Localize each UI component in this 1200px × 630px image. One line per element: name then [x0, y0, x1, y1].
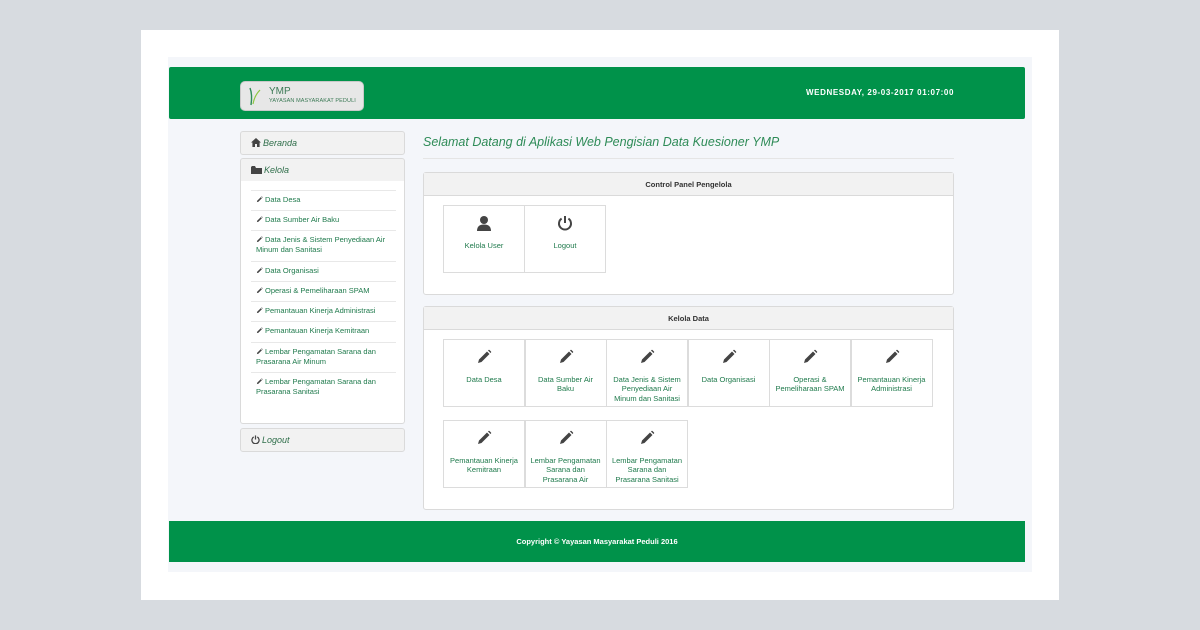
sidebar-menu-item[interactable]: Data Desa [251, 190, 396, 205]
sidebar-menu-item-label: Lembar Pengamatan Sarana dan Prasarana S… [256, 377, 376, 396]
tile-label: Data Sumber Air Baku [537, 374, 594, 394]
sidebar-item-kelola[interactable]: Kelola [240, 158, 405, 182]
tile-button[interactable]: Logout [524, 205, 606, 273]
sidebar-menu-item[interactable]: Data Organisasi [251, 261, 396, 276]
control-panel: Control Panel Pengelola Kelola User Logou… [423, 172, 954, 295]
tile-button[interactable]: Pemantauan Kinerja Kemitraan [443, 420, 525, 488]
tile-label: Logout [553, 240, 577, 250]
sidebar-menu-item-label: Data Organisasi [265, 266, 319, 275]
pencil-icon [256, 196, 263, 203]
tile-label: Data Jenis & Sistem Penyediaan Air Minum… [613, 374, 681, 403]
tile-label: Pemantauan Kinerja Administrasi [857, 374, 926, 394]
sidebar-logout-label: Logout [262, 435, 290, 445]
top-header: YMP YAYASAN MASYARAKAT PEDULI WEDNESDAY,… [169, 67, 1025, 119]
folder-icon [251, 166, 262, 174]
footer: Copyright © Yayasan Masyarakat Peduli 20… [169, 521, 1025, 562]
logo-subtitle: YAYASAN MASYARAKAT PEDULI [269, 98, 356, 104]
sidebar-beranda-label: Beranda [263, 138, 298, 148]
home-icon [251, 138, 261, 147]
tile-label: Kelola User [464, 240, 504, 250]
kelola-data-title: Kelola Data [424, 307, 953, 330]
tile-label: Lembar Pengamatan Sarana dan Prasarana A… [530, 455, 601, 484]
tile-button[interactable]: Data Desa [443, 339, 525, 407]
sidebar-menu-item-label: Data Jenis & Sistem Penyediaan Air Minum… [256, 235, 386, 254]
pencil-icon [256, 236, 263, 243]
pencil-icon [256, 267, 263, 274]
pencil-icon [641, 349, 655, 363]
control-panel-title: Control Panel Pengelola [424, 173, 953, 196]
pencil-icon [559, 430, 573, 444]
tile-label: Lembar Pengamatan Sarana dan Prasarana S… [611, 455, 683, 484]
pencil-icon [256, 216, 263, 223]
sidebar-item-logout[interactable]: Logout [240, 428, 405, 452]
logo-title: YMP [269, 86, 291, 97]
sidebar-menu-item-label: Operasi & Pemeliharaan SPAM [265, 286, 370, 295]
tile-button[interactable]: Data Jenis & Sistem Penyediaan Air Minum… [606, 339, 688, 407]
sidebar-menu-item[interactable]: Pemantauan Kinerja Kemitraan [251, 321, 396, 336]
tile-button[interactable]: Lembar Pengamatan Sarana dan Prasarana S… [606, 420, 688, 488]
tile-button[interactable]: Operasi & Pemeliharaan SPAM [769, 339, 851, 407]
pencil-icon [256, 287, 263, 294]
pencil-icon [478, 430, 492, 444]
datetime-display: WEDNESDAY, 29-03-2017 01:07:00 [806, 88, 954, 97]
copyright-text: Copyright © Yayasan Masyarakat Peduli 20… [516, 537, 678, 546]
sidebar-kelola-menu: Data Desa Data Sumber Air Baku Data Jenis … [240, 181, 405, 424]
sidebar-item-beranda[interactable]: Beranda [240, 131, 405, 155]
sidebar-menu-item-label: Pemantauan Kinerja Administrasi [265, 306, 376, 315]
sidebar-kelola-label: Kelola [264, 165, 290, 175]
leaf-logo-icon [249, 87, 261, 106]
pencil-icon [559, 349, 573, 363]
user-icon [477, 216, 491, 231]
title-divider [423, 158, 954, 159]
tile-button[interactable]: Lembar Pengamatan Sarana dan Prasarana A… [524, 420, 607, 488]
tile-label: Pemantauan Kinerja Kemitraan [450, 455, 518, 475]
sidebar-menu-item-label: Data Desa [265, 195, 301, 204]
tile-label: Data Organisasi [701, 374, 756, 384]
pencil-icon [256, 307, 263, 314]
pencil-icon [722, 349, 736, 363]
sidebar-menu-item-label: Pemantauan Kinerja Kemitraan [265, 326, 370, 335]
page-title: Selamat Datang di Aplikasi Web Pengisian… [423, 135, 780, 149]
sidebar-menu-item[interactable]: Lembar Pengamatan Sarana dan Prasarana S… [251, 372, 396, 397]
sidebar-menu-item[interactable]: Pemantauan Kinerja Administrasi [251, 301, 396, 316]
ymp-logo[interactable]: YMP YAYASAN MASYARAKAT PEDULI [240, 81, 364, 111]
pencil-icon [256, 327, 263, 334]
tile-label: Data Desa [466, 374, 502, 384]
pencil-icon [256, 378, 263, 385]
power-icon [251, 435, 260, 445]
tile-button[interactable]: Data Organisasi [687, 339, 770, 407]
pencil-icon [885, 349, 899, 363]
sidebar-menu-item[interactable]: Lembar Pengamatan Sarana dan Prasarana A… [251, 342, 396, 367]
sidebar-menu-item[interactable]: Operasi & Pemeliharaan SPAM [251, 281, 396, 296]
sidebar-menu-item-label: Data Sumber Air Baku [265, 215, 340, 224]
tile-button[interactable]: Data Sumber Air Baku [524, 339, 607, 407]
tile-button[interactable]: Pemantauan Kinerja Administrasi [850, 339, 933, 407]
pencil-icon [478, 349, 492, 363]
tile-button[interactable]: Kelola User [443, 205, 525, 273]
sidebar-menu-item-label: Lembar Pengamatan Sarana dan Prasarana A… [256, 347, 376, 366]
sidebar-menu-item[interactable]: Data Jenis & Sistem Penyediaan Air Minum… [251, 230, 396, 255]
kelola-data-panel: Kelola Data Data Desa Data Sumber Air Bak… [423, 306, 954, 510]
pencil-icon [641, 430, 655, 444]
sidebar-menu-item[interactable]: Data Sumber Air Baku [251, 210, 396, 225]
pencil-icon [804, 349, 818, 363]
tile-label: Operasi & Pemeliharaan SPAM [775, 374, 845, 394]
power-icon [558, 216, 572, 231]
pencil-icon [256, 348, 263, 355]
